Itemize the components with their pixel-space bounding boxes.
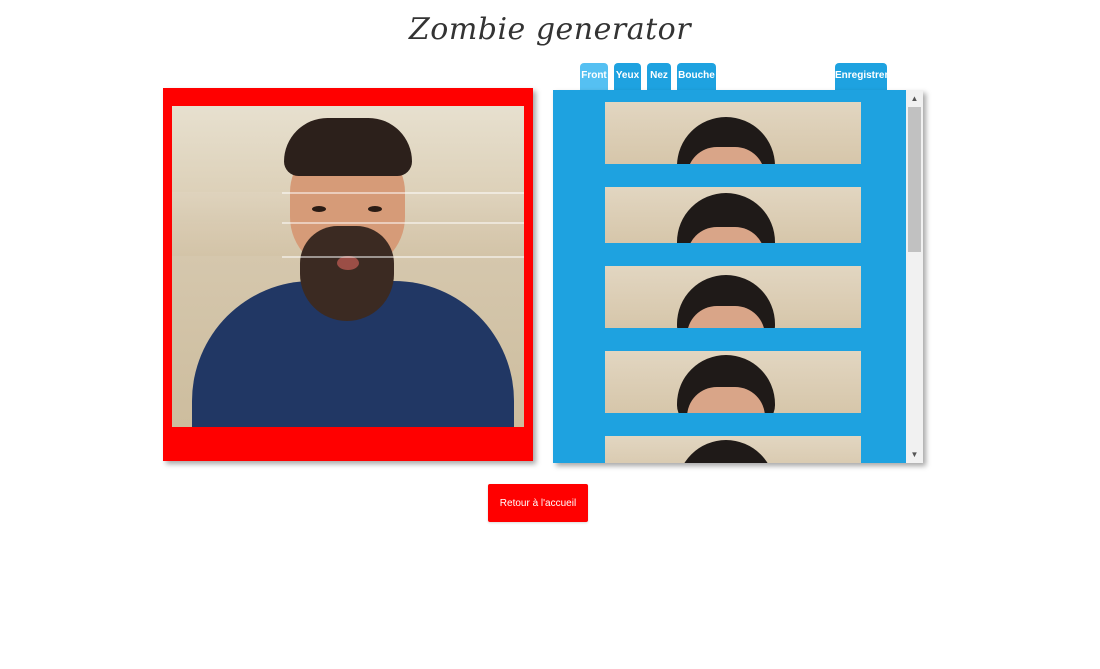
person-beard: [300, 226, 394, 321]
zombie-preview-image: [172, 106, 524, 427]
scroll-down-arrow-icon[interactable]: ▼: [906, 446, 923, 463]
chooser-scrollbar[interactable]: ▲ ▼: [906, 90, 923, 463]
tab-front[interactable]: Front: [580, 63, 608, 93]
thumbnail-option[interactable]: [605, 351, 861, 413]
layer-seam: [282, 222, 524, 224]
layer-seam: [282, 192, 524, 194]
tab-bouche[interactable]: Bouche: [677, 63, 716, 91]
layer-seam: [282, 256, 524, 258]
zombie-preview-frame: [163, 88, 533, 461]
thumbnail-option[interactable]: [605, 102, 861, 164]
thumbnail-option[interactable]: [605, 266, 861, 328]
back-to-home-button[interactable]: Retour à l'accueil: [488, 484, 588, 522]
thumbnail-option[interactable]: [605, 436, 861, 463]
thumbnail-option[interactable]: [605, 187, 861, 243]
left-eye: [312, 206, 326, 212]
person-hair: [284, 118, 412, 176]
tab-yeux[interactable]: Yeux: [614, 63, 641, 91]
part-chooser: ▲ ▼: [553, 90, 923, 463]
scroll-up-arrow-icon[interactable]: ▲: [906, 90, 923, 107]
mouth: [337, 256, 359, 270]
tab-nez[interactable]: Nez: [647, 63, 671, 91]
page-title: Zombie generator: [408, 12, 692, 47]
thumbnail-hair: [677, 440, 775, 463]
save-button[interactable]: Enregistrer: [835, 63, 888, 91]
scrollbar-thumb[interactable]: [908, 107, 921, 252]
right-eye: [368, 206, 382, 212]
